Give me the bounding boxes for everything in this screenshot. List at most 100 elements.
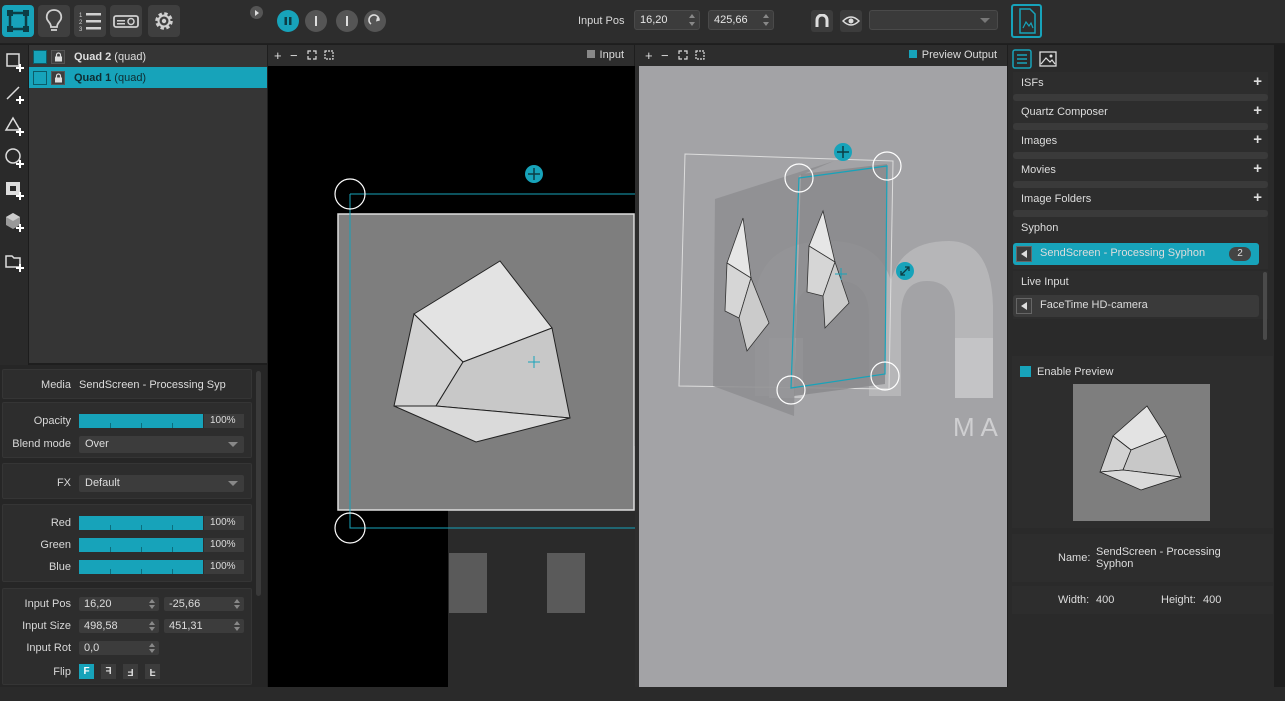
fit-icon[interactable] [307, 50, 317, 60]
blend-mode-dropdown[interactable]: Over [79, 436, 244, 453]
layer-title: Quad 1 [74, 71, 112, 84]
flip-none-button[interactable]: F [79, 664, 94, 679]
projector-button[interactable] [110, 5, 142, 37]
add-icon[interactable]: + [1253, 131, 1262, 148]
svg-text:2: 2 [79, 20, 83, 26]
layer-visibility-checkbox[interactable] [33, 70, 47, 85]
stepper-icon[interactable] [234, 598, 241, 610]
actual-size-icon[interactable] [695, 50, 705, 60]
output-select[interactable] [869, 10, 998, 30]
opacity-value[interactable]: 100% [204, 414, 244, 428]
stepper-icon[interactable] [149, 642, 156, 654]
chevron-right-icon [255, 9, 259, 16]
add-folder-tool-icon[interactable] [4, 251, 26, 273]
red-slider[interactable] [79, 516, 203, 530]
layer-name: Quad 2 (quad) [74, 51, 146, 63]
layer-visibility-checkbox[interactable] [33, 49, 47, 64]
surface-mode-button[interactable] [2, 5, 34, 37]
actual-size-icon[interactable] [324, 50, 334, 60]
stepper-icon[interactable] [149, 620, 156, 632]
output-canvas[interactable]: M A [639, 66, 1007, 687]
green-value[interactable]: 100% [204, 538, 244, 552]
layer-lock-button[interactable] [51, 49, 65, 64]
input-pos-y-field[interactable]: -25,66 [164, 597, 244, 611]
library-category-image-folders[interactable]: Image Folders + [1013, 188, 1268, 217]
layer-type: (quad) [114, 71, 147, 84]
image-view-button[interactable] [1038, 49, 1058, 69]
layer-lock-button[interactable] [51, 70, 65, 85]
red-value[interactable]: 100% [204, 516, 244, 530]
layer-row[interactable]: Quad 2 (quad) [29, 46, 267, 67]
library-category-movies[interactable]: Movies + [1013, 159, 1268, 188]
pause-button[interactable] [277, 10, 299, 32]
media-button[interactable] [38, 5, 70, 37]
expand-arrow-button[interactable] [250, 6, 263, 19]
flip-horizontal-button[interactable]: F [101, 664, 116, 679]
lightbulb-icon [45, 9, 63, 31]
enable-preview-checkbox[interactable] [1020, 366, 1031, 377]
visibility-button[interactable] [840, 10, 862, 32]
input-rot-field[interactable]: 0,0 [79, 641, 159, 655]
play-icon[interactable] [1016, 298, 1032, 314]
zoom-in-icon[interactable]: + [274, 48, 282, 63]
add-quad-tool-icon[interactable] [4, 51, 26, 73]
list-view-icon [1012, 49, 1032, 69]
opacity-blend-group: Opacity 100% Blend mode Over [2, 402, 252, 458]
stepper-icon[interactable] [149, 598, 156, 610]
lock-icon [54, 51, 62, 61]
layers-list-button[interactable]: 123 [74, 5, 106, 37]
stepper-icon[interactable] [689, 13, 696, 27]
list-view-button[interactable] [1012, 49, 1032, 69]
svg-text:3: 3 [79, 27, 83, 33]
add-icon[interactable]: + [1253, 160, 1262, 177]
step-button[interactable] [305, 10, 327, 32]
library-category-quartz[interactable]: Quartz Composer + [1013, 101, 1268, 130]
add-3d-object-tool-icon[interactable] [4, 211, 26, 233]
zoom-out-icon[interactable]: − [290, 48, 298, 63]
blue-value[interactable]: 100% [204, 560, 244, 574]
library-category-images[interactable]: Images + [1013, 130, 1268, 159]
input-pos-x-field[interactable]: 16,20 [79, 597, 159, 611]
input-canvas[interactable] [268, 66, 635, 687]
play-icon[interactable] [1016, 246, 1032, 262]
live-source-name: FaceTime HD-camera [1040, 299, 1148, 311]
settings-button[interactable] [148, 5, 180, 37]
library-category-isfs[interactable]: ISFs + [1013, 72, 1268, 101]
flip-both-button[interactable]: F [123, 664, 138, 679]
opacity-slider[interactable] [79, 414, 203, 428]
zoom-in-icon[interactable]: + [645, 48, 653, 63]
zoom-out-icon[interactable]: − [661, 48, 669, 63]
properties-scrollbar[interactable] [256, 371, 261, 596]
add-triangle-tool-icon[interactable] [4, 115, 26, 137]
green-slider[interactable] [79, 538, 203, 552]
snap-button[interactable] [811, 10, 833, 32]
add-icon[interactable]: + [1253, 73, 1262, 90]
input-pos-label: Input Pos [24, 598, 71, 610]
stepper-icon[interactable] [234, 620, 241, 632]
input-size-w-field[interactable]: 498,58 [79, 619, 159, 633]
loop-button[interactable] [364, 10, 386, 32]
syphon-source-item[interactable]: SendScreen - Processing Syphon 2 [1013, 243, 1259, 265]
flip-vertical-button[interactable]: F [145, 664, 160, 679]
input-size-h-field[interactable]: 451,31 [164, 619, 244, 633]
input-size-w-value: 498,58 [84, 620, 118, 632]
export-document-button[interactable] [1011, 4, 1042, 38]
add-icon[interactable]: + [1253, 189, 1262, 206]
layer-type: (quad) [114, 50, 147, 63]
fx-dropdown[interactable]: Default [79, 475, 244, 492]
add-icon[interactable]: + [1253, 102, 1262, 119]
stop-button[interactable] [336, 10, 358, 32]
live-source-item[interactable]: FaceTime HD-camera [1013, 295, 1259, 317]
input-pos-y-field[interactable]: 425,66 [708, 10, 774, 30]
input-pos-x-field[interactable]: 16,20 [634, 10, 700, 30]
eye-icon [842, 16, 860, 26]
fit-icon[interactable] [678, 50, 688, 60]
add-mask-tool-icon[interactable] [4, 179, 26, 201]
blue-slider[interactable] [79, 560, 203, 574]
library-scrollbar[interactable] [1263, 272, 1267, 340]
layer-row-selected[interactable]: Quad 1 (quad) [29, 67, 267, 88]
add-line-tool-icon[interactable] [4, 83, 26, 105]
document-icon [1019, 8, 1036, 34]
add-circle-tool-icon[interactable] [4, 147, 26, 169]
stepper-icon[interactable] [763, 13, 770, 27]
